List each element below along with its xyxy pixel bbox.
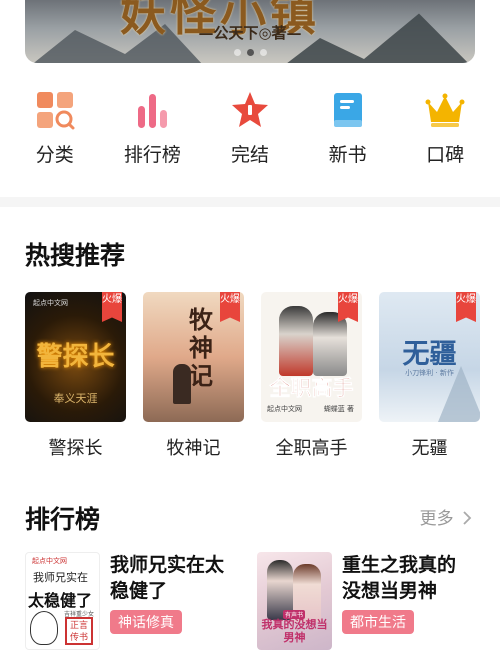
nav-label: 新书 <box>328 144 367 166</box>
hot-search-list: 起点中文网 警探长 奉义天涯 火爆 警探长 牧神记 火爆 牧神记 全职高手 起点… <box>25 292 480 460</box>
book-card[interactable]: 起点中文网 警探长 奉义天涯 火爆 警探长 <box>25 292 126 460</box>
cover-figure <box>313 312 347 376</box>
nav-item-reputation[interactable]: 口碑 <box>400 90 490 167</box>
banner-pagination <box>25 49 475 56</box>
hot-badge: 火爆 <box>456 292 476 322</box>
pagination-dot[interactable] <box>233 49 241 56</box>
ranking-title[interactable]: 我师兄实在太稳健了 <box>110 552 240 604</box>
book-name[interactable]: 牧神记 <box>167 434 221 460</box>
cover-seal: 正言传书 <box>65 617 93 645</box>
nav-item-category[interactable]: 分类 <box>10 90 100 167</box>
nav-label: 分类 <box>35 144 74 166</box>
section-title-ranking: 排行榜 <box>25 505 101 534</box>
cover-subtitle: 小刀锋利 · 新作 <box>405 369 454 377</box>
hot-badge: 火爆 <box>338 292 358 322</box>
cover-title-line: 太稳健了 <box>28 591 93 610</box>
book-card[interactable]: 牧神记 火爆 牧神记 <box>143 292 244 460</box>
ranking-info: 我师兄实在太稳健了 神话修真 <box>110 552 240 650</box>
nav-item-new-books[interactable]: 新书 <box>303 90 393 167</box>
cover-figure <box>173 364 191 404</box>
cover-title: 我真的没想当男神 <box>261 618 328 644</box>
publisher-logo: 起点中文网 <box>32 557 67 565</box>
section-divider <box>0 197 500 207</box>
cover-title: 牧神记 <box>189 305 213 390</box>
pagination-dot[interactable] <box>259 49 267 56</box>
bar-chart-icon <box>132 90 172 130</box>
cover-title: 全职高手 <box>269 375 354 401</box>
book-name[interactable]: 警探长 <box>49 434 103 460</box>
cover-author: 奉义天涯 <box>53 392 98 405</box>
book-icon <box>328 90 368 130</box>
book-name[interactable]: 全职高手 <box>276 434 348 460</box>
ranking-cover[interactable]: 起点中文网 我师兄实在 太稳健了 吉祥重少女 正言传书 <box>25 552 100 650</box>
book-name[interactable]: 无疆 <box>412 434 448 460</box>
cover-figure <box>279 306 313 376</box>
nav-item-ranking[interactable]: 排行榜 <box>107 90 197 167</box>
crown-icon <box>425 90 465 130</box>
banner-author: —公天下◎著— <box>198 24 302 42</box>
genre-tag[interactable]: 都市生活 <box>342 610 414 634</box>
star-badge-icon <box>230 90 270 130</box>
more-label: 更多 <box>419 509 454 529</box>
hot-badge: 火爆 <box>102 292 122 322</box>
genre-tag[interactable]: 神话修真 <box>110 610 182 634</box>
cover-author: 蝴蝶蓝 著 <box>323 405 354 413</box>
section-title-hot-search: 热搜推荐 <box>25 241 126 270</box>
ranking-item[interactable]: 有声书 我真的没想当男神 重生之我真的没想当男神 都市生活 <box>257 552 472 650</box>
chevron-right-icon <box>459 509 472 529</box>
ranking-cover[interactable]: 有声书 我真的没想当男神 <box>257 552 332 650</box>
book-cover[interactable]: 起点中文网 警探长 奉义天涯 火爆 <box>25 292 126 422</box>
cover-illustration <box>30 611 58 645</box>
pagination-dot-active[interactable] <box>246 49 254 56</box>
publisher-logo: 起点中文网 <box>33 299 68 307</box>
ranking-title[interactable]: 重生之我真的没想当男神 <box>342 552 472 604</box>
nav-label: 完结 <box>230 144 269 166</box>
book-cover[interactable]: 牧神记 火爆 <box>143 292 244 422</box>
nav-label: 口碑 <box>426 144 465 166</box>
book-cover[interactable]: 全职高手 起点中文网 蝴蝶蓝 著 火爆 <box>261 292 362 422</box>
book-cover[interactable]: 无疆 小刀锋利 · 新作 火爆 <box>379 292 480 422</box>
category-nav: 分类 排行榜 完结 新书 口碑 <box>0 90 500 167</box>
cover-title: 无疆 <box>402 339 457 370</box>
hot-badge: 火爆 <box>220 292 240 322</box>
category-grid-icon <box>35 90 75 130</box>
cover-title-line: 我师兄实在 <box>33 571 88 584</box>
publisher-logo: 起点中文网 <box>267 405 302 413</box>
top-banner[interactable]: 妖怪小镇 —公天下◎著— <box>25 0 475 63</box>
more-link[interactable]: 更多 <box>420 504 472 529</box>
nav-label: 排行榜 <box>123 144 181 166</box>
book-card[interactable]: 无疆 小刀锋利 · 新作 火爆 无疆 <box>379 292 480 460</box>
ranking-info: 重生之我真的没想当男神 都市生活 <box>342 552 472 650</box>
cover-title: 警探长 <box>36 342 115 372</box>
nav-item-completed[interactable]: 完结 <box>205 90 295 167</box>
ranking-item[interactable]: 起点中文网 我师兄实在 太稳健了 吉祥重少女 正言传书 我师兄实在太稳健了 神话… <box>25 552 240 650</box>
book-card[interactable]: 全职高手 起点中文网 蝴蝶蓝 著 火爆 全职高手 <box>261 292 362 460</box>
